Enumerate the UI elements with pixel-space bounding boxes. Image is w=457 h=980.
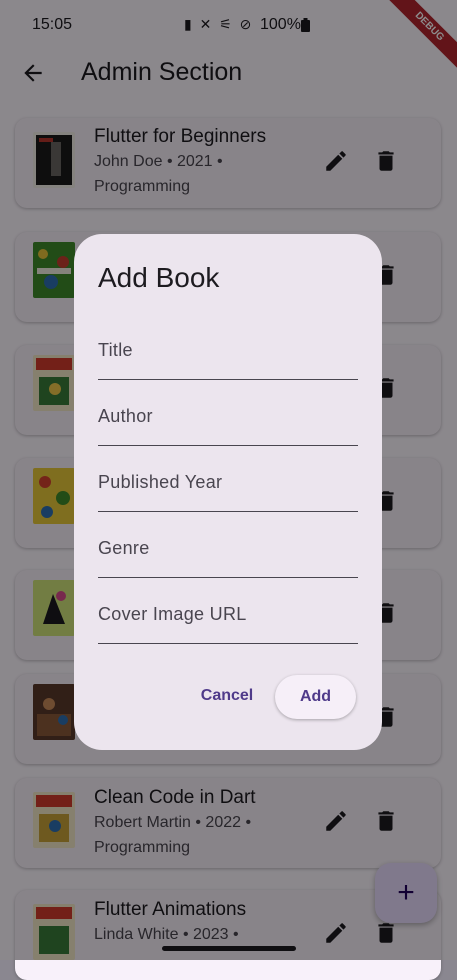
author-field[interactable]: Author bbox=[98, 392, 358, 446]
dialog-title: Add Book bbox=[98, 262, 220, 293]
title-field[interactable]: Title bbox=[98, 326, 358, 380]
add-button[interactable]: Add bbox=[275, 675, 356, 719]
title-field-label: Title bbox=[98, 340, 133, 360]
cover-image-url-field[interactable]: Cover Image URL bbox=[98, 590, 358, 644]
published-year-field[interactable]: Published Year bbox=[98, 458, 358, 512]
field-underline bbox=[98, 445, 358, 446]
field-underline bbox=[98, 379, 358, 380]
author-field-label: Author bbox=[98, 406, 153, 426]
genre-field-label: Genre bbox=[98, 538, 150, 558]
field-underline bbox=[98, 643, 358, 644]
cancel-button[interactable]: Cancel bbox=[192, 674, 262, 718]
field-underline bbox=[98, 577, 358, 578]
published-year-field-label: Published Year bbox=[98, 472, 223, 492]
cover-image-url-field-label: Cover Image URL bbox=[98, 604, 247, 624]
genre-field[interactable]: Genre bbox=[98, 524, 358, 578]
add-book-dialog: Add Book Title Author Published Year Gen… bbox=[74, 234, 382, 750]
field-underline bbox=[98, 511, 358, 512]
